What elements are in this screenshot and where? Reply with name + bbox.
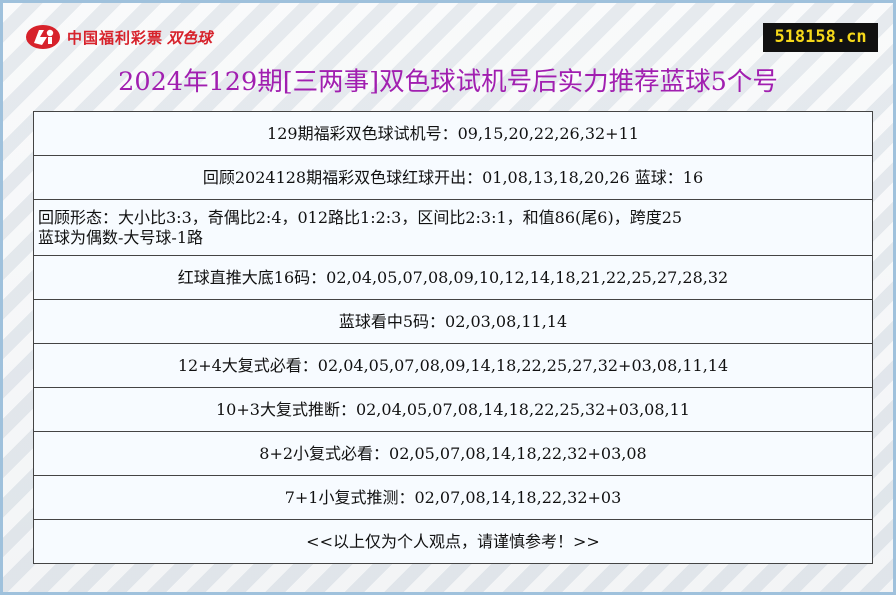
lottery-logo[interactable]: 中国福利彩票 双色球 [25, 23, 212, 51]
review-pattern-line-2: 蓝球为偶数-大号球-1路 [38, 227, 203, 247]
site-badge[interactable]: 518158.cn [763, 23, 878, 52]
combo-10-3-cell: 10+3大复式推断：02,04,05,07,08,14,18,22,25,32+… [33, 387, 873, 432]
table-row: 12+4大复式必看：02,04,05,07,08,09,14,18,22,25,… [33, 343, 873, 388]
page-title: 2024年129期[三两事]双色球试机号后实力推荐蓝球5个号 [118, 67, 778, 97]
table-row: 回顾形态：大小比3:3，奇偶比2:4，012路比1:2:3，区间比2:3:1，和… [33, 199, 873, 256]
combo-7-1-cell: 7+1小复式推测：02,07,08,14,18,22,32+03 [33, 475, 873, 520]
logo-brand: 双色球 [167, 28, 213, 47]
table-row: 10+3大复式推断：02,04,05,07,08,14,18,22,25,32+… [33, 387, 873, 432]
combo-12-4-cell: 12+4大复式必看：02,04,05,07,08,09,14,18,22,25,… [33, 343, 873, 388]
disclaimer-cell: <<以上仅为个人观点，请谨慎参考！>> [33, 519, 873, 564]
review-draw-cell: 回顾2024128期福彩双色球红球开出：01,08,13,18,20,26 蓝球… [33, 155, 873, 200]
review-pattern-cell: 回顾形态：大小比3:3，奇偶比2:4，012路比1:2:3，区间比2:3:1，和… [33, 199, 873, 256]
red-ball-pool-cell: 红球直推大底16码：02,04,05,07,08,09,10,12,14,18,… [33, 255, 873, 300]
combo-8-2-cell: 8+2小复式必看：02,05,07,08,14,18,22,32+03,08 [33, 431, 873, 476]
table-row: 7+1小复式推测：02,07,08,14,18,22,32+03 [33, 475, 873, 520]
table-row: 129期福彩双色球试机号：09,15,20,22,26,32+11 [33, 111, 873, 156]
test-number-cell: 129期福彩双色球试机号：09,15,20,22,26,32+11 [33, 111, 873, 156]
blue-ball-pick-cell: 蓝球看中5码：02,03,08,11,14 [33, 299, 873, 344]
table-row: 红球直推大底16码：02,04,05,07,08,09,10,12,14,18,… [33, 255, 873, 300]
table-row: 蓝球看中5码：02,03,08,11,14 [33, 299, 873, 344]
logo-text: 中国福利彩票 [67, 28, 164, 47]
table-row: 回顾2024128期福彩双色球红球开出：01,08,13,18,20,26 蓝球… [33, 155, 873, 200]
prediction-table: 129期福彩双色球试机号：09,15,20,22,26,32+11 回顾2024… [33, 111, 873, 564]
review-pattern-line-1: 回顾形态：大小比3:3，奇偶比2:4，012路比1:2:3，区间比2:3:1，和… [38, 207, 683, 227]
table-row: 8+2小复式必看：02,05,07,08,14,18,22,32+03,08 [33, 431, 873, 476]
table-row: <<以上仅为个人观点，请谨慎参考！>> [33, 519, 873, 564]
welfare-lottery-logo-icon [26, 25, 60, 49]
page-frame: 中国福利彩票 双色球 518158.cn 2024年129期[三两事]双色球试机… [0, 0, 896, 595]
